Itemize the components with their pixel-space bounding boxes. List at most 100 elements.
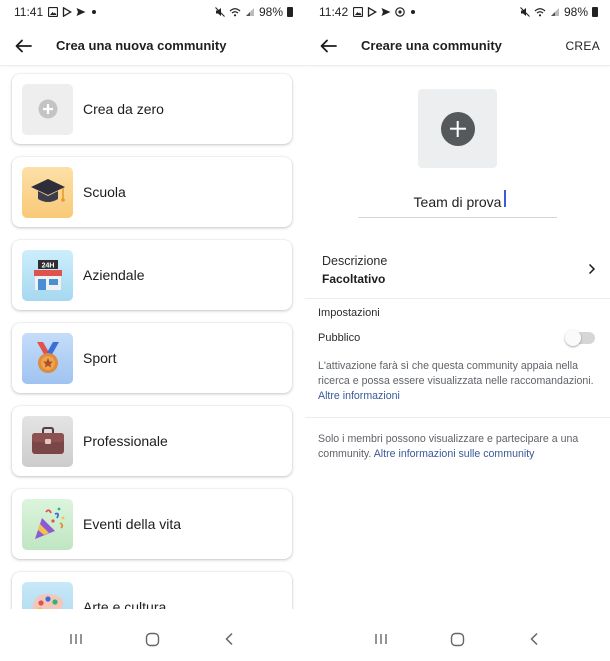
option-label: Eventi della vita <box>83 516 182 532</box>
settings-heading: Impostazioni <box>318 307 380 319</box>
battery-icon <box>287 7 293 17</box>
community-type-list[interactable]: Crea da zero Scuola 24H Aziendale Sport <box>0 72 305 609</box>
signal-icon <box>550 8 559 16</box>
medal-icon <box>36 342 59 373</box>
option-thumb: 24H <box>22 249 73 301</box>
system-nav-bar <box>0 617 305 661</box>
option-card-business[interactable]: 24H Aziendale <box>12 240 292 310</box>
plus-circle-icon <box>440 111 475 146</box>
toggle-knob <box>565 330 581 346</box>
system-icons: 98% <box>215 5 293 19</box>
home-button[interactable] <box>445 627 469 651</box>
app-bar: Creare una community CREA <box>305 26 610 66</box>
section-divider <box>305 417 610 418</box>
plus-icon <box>38 99 57 119</box>
chevron-left-icon <box>530 632 538 646</box>
wifi-icon <box>229 8 241 17</box>
recent-apps-icon <box>375 634 387 644</box>
create-community-form-screen: 11:42 98% Creare una community CREA Desc… <box>305 0 610 661</box>
home-icon <box>145 632 160 646</box>
wifi-icon <box>534 8 546 17</box>
option-thumb <box>22 166 73 218</box>
party-popper-icon <box>34 507 64 539</box>
create-button[interactable]: CREA <box>565 39 600 53</box>
option-thumb <box>22 581 73 609</box>
home-button[interactable] <box>140 627 164 651</box>
public-label: Pubblico <box>318 332 361 344</box>
send-icon <box>76 8 86 16</box>
recent-apps-button[interactable] <box>64 627 88 651</box>
community-name-input[interactable] <box>358 186 557 218</box>
create-community-options-screen: 11:41 98% Crea una nuova community Crea … <box>0 0 305 661</box>
arrow-left-icon <box>320 39 337 52</box>
more-notifications-dot <box>411 10 416 14</box>
text-cursor <box>504 190 506 207</box>
public-note: L'attivazione farà sì che questa communi… <box>318 359 597 403</box>
option-label: Scuola <box>83 184 126 200</box>
system-nav-bar <box>305 617 610 661</box>
home-icon <box>450 632 465 646</box>
community-info-link[interactable]: Altre informazioni sulle community <box>374 448 535 460</box>
app-bar: Crea una nuova community <box>0 26 305 66</box>
status-bar: 11:42 98% <box>305 0 610 24</box>
option-card-school[interactable]: Scuola <box>12 157 292 227</box>
option-thumb <box>22 332 73 384</box>
back-button[interactable] <box>317 35 339 57</box>
option-label: Arte e cultura <box>83 599 167 609</box>
play-store-icon <box>367 7 378 17</box>
add-photo-button[interactable] <box>418 89 497 168</box>
option-label: Aziendale <box>83 267 145 283</box>
page-title: Crea una nuova community <box>56 38 227 53</box>
target-icon <box>395 7 405 17</box>
status-time: 11:41 <box>14 5 44 19</box>
notification-icons <box>353 7 416 17</box>
back-button[interactable] <box>12 35 34 57</box>
nav-back-button[interactable] <box>217 627 241 651</box>
gallery-icon <box>48 7 59 17</box>
option-thumb <box>22 83 73 135</box>
chevron-left-icon <box>225 632 233 646</box>
briefcase-icon <box>31 427 64 454</box>
play-store-icon <box>62 7 73 17</box>
option-label: Professionale <box>83 433 168 449</box>
option-card-from-scratch[interactable]: Crea da zero <box>12 74 292 144</box>
nav-back-button[interactable] <box>522 627 546 651</box>
store-24h-icon: 24H <box>33 260 62 290</box>
public-note-text: L'attivazione farà sì che questa communi… <box>318 360 594 387</box>
members-note: Solo i membri possono visualizzare e par… <box>318 432 597 462</box>
mute-icon <box>520 7 530 17</box>
battery-icon <box>592 7 598 17</box>
option-thumb <box>22 415 73 467</box>
send-icon <box>381 8 391 16</box>
option-card-sport[interactable]: Sport <box>12 323 292 393</box>
recent-apps-icon <box>70 634 82 644</box>
description-row[interactable]: Descrizione Facoltativo <box>305 247 610 299</box>
status-time: 11:42 <box>319 5 349 19</box>
option-card-arts-culture[interactable]: Arte e cultura <box>12 572 292 609</box>
system-icons: 98% <box>520 5 598 19</box>
graduation-cap-icon <box>30 179 65 202</box>
palette-icon <box>32 594 63 609</box>
option-thumb <box>22 498 73 550</box>
option-label: Crea da zero <box>83 101 164 117</box>
mute-icon <box>215 7 225 17</box>
recent-apps-button[interactable] <box>369 627 393 651</box>
status-bar: 11:41 98% <box>0 0 305 24</box>
more-notifications-dot <box>92 10 97 14</box>
description-value: Facoltativo <box>322 272 386 286</box>
battery-percent: 98% <box>563 5 588 19</box>
notification-icons <box>48 7 97 17</box>
svg-text:24H: 24H <box>41 263 54 270</box>
option-label: Sport <box>83 350 117 366</box>
chevron-right-icon <box>588 263 596 275</box>
option-card-professional[interactable]: Professionale <box>12 406 292 476</box>
more-info-link[interactable]: Altre informazioni <box>318 390 400 402</box>
description-label: Descrizione <box>322 254 388 268</box>
option-card-life-events[interactable]: Eventi della vita <box>12 489 292 559</box>
arrow-left-icon <box>15 39 32 52</box>
signal-icon <box>245 8 254 16</box>
public-toggle[interactable] <box>565 330 595 346</box>
battery-percent: 98% <box>258 5 283 19</box>
gallery-icon <box>353 7 364 17</box>
page-title: Creare una community <box>361 38 502 53</box>
